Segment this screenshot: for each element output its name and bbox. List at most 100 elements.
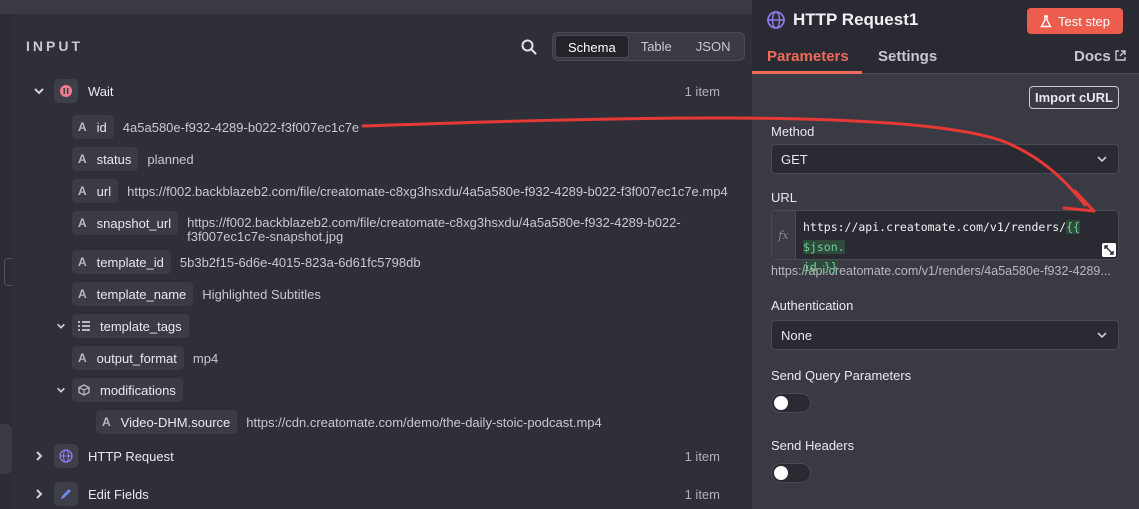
send-headers-label: Send Headers — [771, 438, 855, 453]
cube-icon — [78, 384, 90, 396]
authentication-select[interactable]: None — [771, 320, 1119, 350]
tab-docs[interactable]: Docs — [1074, 48, 1126, 65]
node-row-edit-fields[interactable]: Edit Fields 1 item — [32, 482, 737, 506]
field-row-status: Astatus planned — [72, 147, 194, 171]
send-query-label: Send Query Parameters — [771, 368, 912, 383]
string-type-icon: A — [78, 120, 87, 134]
input-panel: INPUT Schema Table JSON Wait 1 item Aid … — [12, 14, 752, 509]
chevron-down-icon[interactable] — [54, 319, 68, 333]
view-mode-json[interactable]: JSON — [684, 35, 743, 58]
view-mode-schema[interactable]: Schema — [555, 35, 629, 58]
url-expression-input[interactable]: fx https://api.creatomate.com/v1/renders… — [771, 210, 1119, 274]
string-type-icon: A — [78, 152, 87, 166]
field-row-id: Aid 4a5a580e-f932-4289-b022-f3f007ec1c7e — [72, 115, 359, 139]
send-headers-toggle[interactable] — [771, 463, 811, 483]
node-label: Wait — [88, 83, 114, 99]
field-pill[interactable]: Asnapshot_url — [72, 211, 179, 235]
tab-settings[interactable]: Settings — [878, 48, 937, 65]
chevron-down-icon — [1097, 332, 1107, 339]
authentication-value: None — [781, 327, 813, 343]
canvas-top-strip — [0, 0, 752, 14]
canvas-handle-lower[interactable] — [0, 424, 12, 474]
input-panel-title: INPUT — [26, 38, 83, 54]
field-row-output-format: Aoutput_format mp4 — [72, 346, 218, 370]
chevron-down-icon — [1097, 156, 1107, 163]
search-icon[interactable] — [520, 38, 538, 56]
globe-icon — [54, 444, 78, 468]
field-row-snapshot-url: Asnapshot_url https://f002.backblazeb2.c… — [72, 211, 681, 244]
field-value: https://cdn.creatomate.com/demo/the-dail… — [246, 414, 602, 430]
string-type-icon: A — [78, 287, 87, 301]
field-pill[interactable]: A Video-DHM.source — [96, 410, 238, 434]
toggle-knob — [774, 466, 788, 480]
external-link-icon — [1115, 50, 1126, 61]
item-count: 1 item — [684, 448, 720, 464]
field-value: 4a5a580e-f932-4289-b022-f3f007ec1c7e — [122, 119, 360, 135]
chevron-right-icon[interactable] — [32, 449, 46, 463]
method-label: Method — [771, 124, 815, 139]
field-pill[interactable]: template_tags — [72, 314, 189, 338]
field-value: mp4 — [192, 350, 219, 366]
chevron-right-icon[interactable] — [32, 487, 46, 501]
view-mode-table[interactable]: Table — [629, 35, 684, 58]
chevron-down-icon[interactable] — [32, 84, 46, 98]
test-step-label: Test step — [1057, 13, 1111, 29]
field-value: 5b3b2f15-6d6e-4015-823a-6d61fc5798db — [179, 254, 421, 270]
string-type-icon: A — [78, 216, 87, 230]
field-key: output_format — [96, 350, 177, 366]
globe-icon — [767, 11, 785, 29]
chevron-down-icon[interactable] — [54, 383, 68, 397]
node-label: Edit Fields — [88, 486, 149, 502]
field-pill[interactable]: Aurl — [72, 179, 119, 203]
field-value: planned — [147, 151, 194, 167]
field-pill[interactable]: Astatus — [72, 147, 139, 171]
node-title[interactable]: HTTP Request1 — [793, 10, 918, 30]
fx-icon: fx — [772, 211, 796, 259]
field-pill[interactable]: Aoutput_format — [72, 346, 184, 370]
field-key: snapshot_url — [96, 215, 172, 231]
canvas-handle[interactable] — [4, 258, 12, 286]
field-value: https://f002.backblazeb2.com/file/creato… — [127, 183, 728, 199]
node-row-wait[interactable]: Wait 1 item — [32, 79, 737, 103]
pause-icon — [54, 79, 78, 103]
field-key: template_tags — [100, 318, 182, 334]
field-row-modifications: modifications — [54, 378, 183, 402]
url-result-preview: https://api.creatomate.com/v1/renders/4a… — [771, 264, 1111, 278]
field-value-line: https://f002.backblazeb2.com/file/creato… — [187, 215, 681, 230]
expand-editor-icon[interactable] — [1102, 243, 1116, 257]
string-type-icon: A — [78, 184, 87, 198]
field-row-video-source: A Video-DHM.source https://cdn.creatomate… — [96, 410, 602, 434]
field-key: Video-DHM.source — [120, 414, 231, 430]
url-plain: https://api.creatomate.com/v1/renders/ — [803, 220, 1067, 234]
string-type-icon: A — [78, 351, 87, 365]
pencil-icon — [54, 482, 78, 506]
active-tab-indicator — [752, 71, 862, 74]
field-pill[interactable]: Atemplate_id — [72, 250, 171, 274]
string-type-icon: A — [78, 255, 87, 269]
field-value: https://f002.backblazeb2.com/file/creato… — [187, 216, 681, 244]
test-step-button[interactable]: Test step — [1027, 8, 1123, 34]
field-row-url: Aurl https://f002.backblazeb2.com/file/c… — [72, 179, 728, 203]
import-curl-button[interactable]: Import cURL — [1029, 86, 1119, 109]
tab-parameters[interactable]: Parameters — [767, 48, 849, 65]
field-pill[interactable]: Aid — [72, 115, 114, 139]
parameters-panel: HTTP Request1 Test step Parameters Setti… — [752, 0, 1139, 509]
list-icon — [78, 321, 90, 331]
panel-header: HTTP Request1 Test step Parameters Setti… — [752, 0, 1139, 74]
field-row-template-tags: template_tags — [54, 314, 189, 338]
item-count: 1 item — [684, 83, 720, 99]
field-value-line: f3f007ec1c7e-snapshot.jpg — [187, 229, 344, 244]
field-pill[interactable]: modifications — [72, 378, 183, 402]
field-key: status — [96, 151, 132, 167]
field-row-template-name: Atemplate_name Highlighted Subtitles — [72, 282, 321, 306]
docs-label: Docs — [1074, 48, 1111, 65]
method-value: GET — [781, 151, 808, 167]
field-key: modifications — [100, 382, 176, 398]
field-key: id — [96, 119, 107, 135]
node-row-http-request[interactable]: HTTP Request 1 item — [32, 444, 737, 468]
field-key: template_id — [96, 254, 164, 270]
send-query-toggle[interactable] — [771, 393, 811, 413]
field-pill[interactable]: Atemplate_name — [72, 282, 194, 306]
method-select[interactable]: GET — [771, 144, 1119, 174]
item-count: 1 item — [684, 486, 720, 502]
